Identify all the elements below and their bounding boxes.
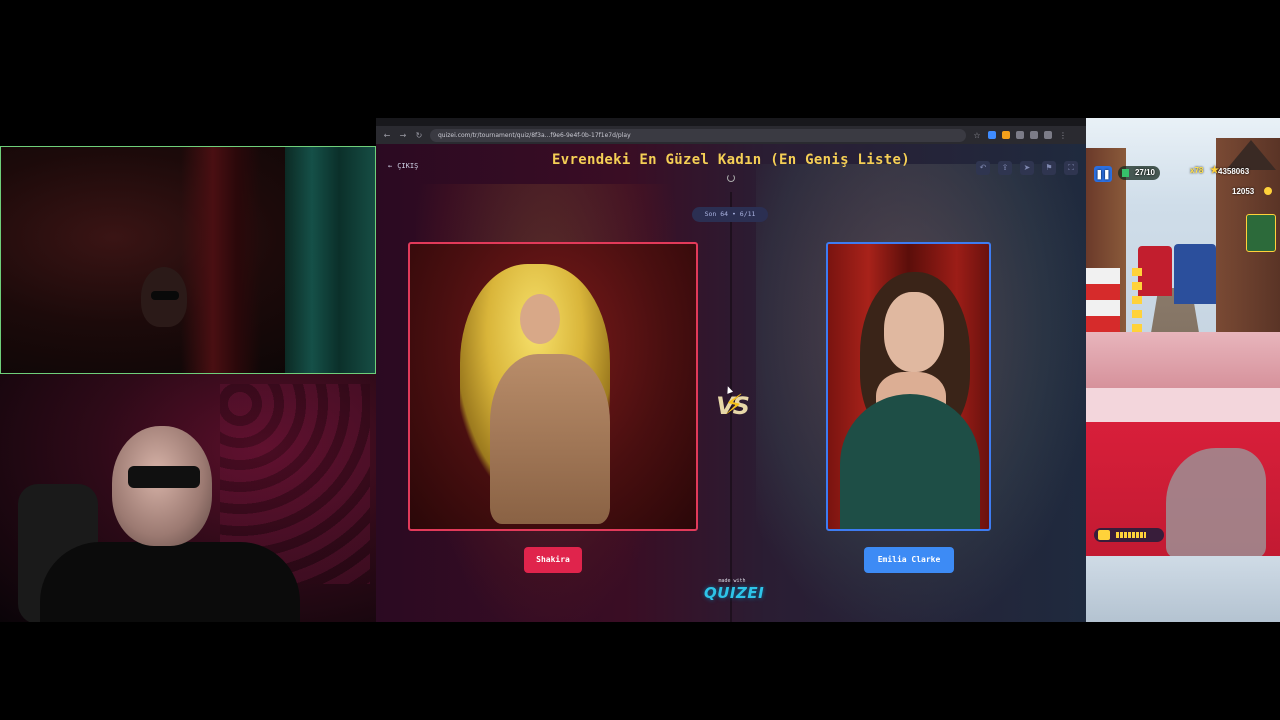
candidate-name-right-button[interactable]: Emilia Clarke — [864, 547, 954, 573]
share-icon[interactable]: ⇪ — [998, 161, 1012, 175]
sunglasses — [128, 466, 200, 488]
made-with-badge[interactable]: made with QUIZEI — [704, 578, 765, 602]
forward-arrow-icon[interactable]: → — [398, 131, 408, 140]
candidate-photo-dress — [840, 394, 980, 529]
flag-icon[interactable]: ⚑ — [1042, 161, 1056, 175]
pink-wall — [1086, 332, 1280, 392]
train-red — [1138, 246, 1172, 296]
quiz-toolbar: ↶ ⇪ ➤ ⚑ ⛶ — [976, 161, 1078, 175]
person-body — [40, 542, 300, 622]
extension-icon[interactable] — [1002, 131, 1010, 139]
extension-icon[interactable] — [988, 131, 996, 139]
url-input[interactable]: quizei.com/tr/tournament/quiz/8f3a...f9e… — [430, 128, 966, 142]
puzzle-icon[interactable] — [1016, 131, 1024, 139]
score-multiplier: x78 — [1190, 166, 1204, 175]
curtain — [285, 147, 375, 373]
quizei-logo: QUIZEI — [704, 584, 765, 602]
profile-icon[interactable] — [1044, 131, 1052, 139]
tab-strip — [376, 118, 1086, 126]
powerup-icon — [1098, 530, 1110, 540]
mission-flag-icon — [1122, 169, 1129, 177]
candidate-name-left-button[interactable]: Shakira — [524, 547, 582, 573]
pause-button[interactable]: ❚❚ — [1094, 166, 1112, 182]
round-badge: Son 64 • 6/11 — [692, 207, 768, 222]
fullscreen-icon[interactable]: ⛶ — [1064, 161, 1078, 175]
download-icon[interactable] — [1030, 131, 1038, 139]
red-light — [181, 147, 261, 373]
train-blue — [1174, 244, 1216, 304]
powerup-meter — [1094, 528, 1164, 542]
top-run-avatar — [1246, 214, 1276, 252]
screen: ← → ↻ quizei.com/tr/tournament/quiz/8f3a… — [0, 0, 1280, 720]
mission-counter: 27/10 — [1118, 166, 1160, 180]
back-arrow-icon[interactable]: ← — [382, 131, 392, 140]
coin-icon — [1264, 187, 1272, 195]
quiz-app: ← ÇIKIŞ Evrendeki En Güzel Kadın (En Gen… — [376, 144, 1086, 622]
send-icon[interactable]: ➤ — [1020, 161, 1034, 175]
webcam-room-view — [0, 146, 376, 374]
sunglasses — [151, 291, 179, 300]
address-bar: ← → ↻ quizei.com/tr/tournament/quiz/8f3a… — [376, 126, 1086, 144]
powerup-bar — [1116, 532, 1146, 538]
score-value: 4358063 — [1218, 167, 1250, 176]
loading-spinner-icon — [727, 174, 735, 182]
candidate-card-right[interactable] — [826, 242, 991, 531]
coin-count: 12053 — [1232, 187, 1255, 196]
candidate-card-left[interactable] — [408, 242, 698, 531]
coin-trail — [1132, 268, 1142, 338]
candidate-photo-dress — [490, 354, 610, 524]
game-footer — [1086, 556, 1280, 622]
candidate-photo-face — [520, 294, 560, 344]
undo-icon[interactable]: ↶ — [976, 161, 990, 175]
bookmark-star-icon[interactable]: ☆ — [972, 131, 982, 140]
reload-icon[interactable]: ↻ — [414, 131, 424, 140]
browser-window: ← → ↻ quizei.com/tr/tournament/quiz/8f3a… — [376, 118, 1086, 622]
webcam-face-view — [0, 374, 376, 622]
menu-dots-icon[interactable]: ⋮ — [1058, 131, 1068, 140]
mobile-game-view: ❚❚ 27/10 x78 ★ 4358063 12053 — [1086, 118, 1280, 622]
player-hand — [1166, 448, 1266, 558]
candidate-photo-face — [884, 292, 944, 372]
versus-badge: VS ⚡ — [710, 388, 754, 426]
mission-count: 27/10 — [1134, 168, 1155, 177]
